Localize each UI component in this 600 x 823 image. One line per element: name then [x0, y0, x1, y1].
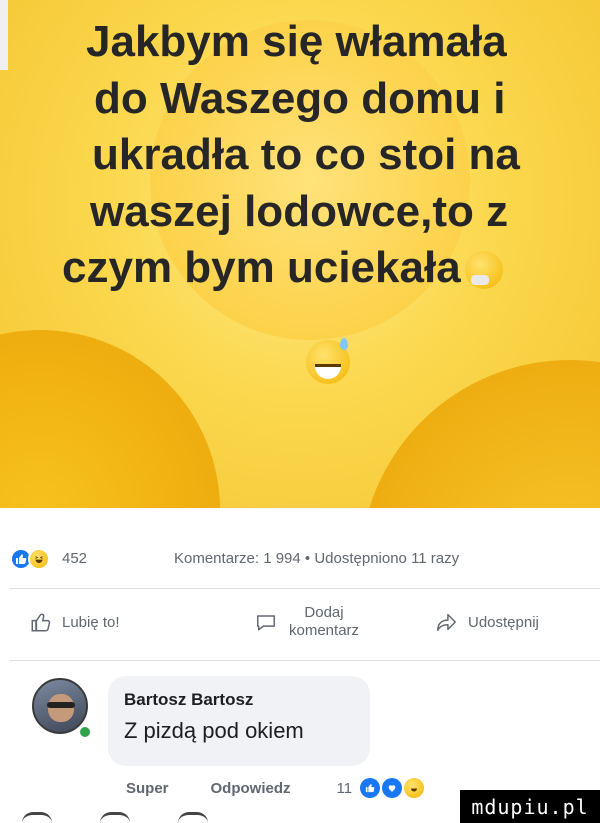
comment-bubble-icon — [257, 615, 275, 631]
like-icon — [360, 778, 381, 798]
comment-label-line2: komentarz — [289, 622, 360, 639]
image-edge — [0, 0, 8, 70]
orange-slice-decor — [360, 360, 600, 508]
nav-tab-edge[interactable] — [178, 812, 208, 823]
reaction-count[interactable]: 452 — [62, 550, 87, 567]
comment-reply-link[interactable]: Odpowiedz — [211, 780, 291, 797]
watermark-logo: mdupiu.pl — [460, 790, 600, 823]
comments-shares-count[interactable]: Komentarze: 1 994 • Udostępniono 11 razy — [174, 550, 459, 567]
love-icon — [382, 778, 403, 798]
online-status-dot — [78, 725, 92, 739]
like-label: Lubię to! — [62, 613, 120, 631]
thumbs-up-icon — [31, 613, 51, 632]
caption-line: do Waszego domu i — [94, 73, 506, 123]
comment-button[interactable]: Dodaj komentarz — [255, 592, 359, 652]
meme-caption: Jakbym się włamała do Waszego domu i ukr… — [40, 14, 600, 297]
comment-actions: Super Odpowiedz 11 — [126, 776, 425, 800]
thinking-face-icon — [464, 251, 503, 290]
haha-icon — [404, 778, 425, 798]
reaction-summary[interactable] — [10, 548, 50, 572]
like-button[interactable]: Lubię to! — [30, 592, 120, 652]
share-arrow-icon — [437, 613, 456, 631]
divider — [10, 588, 600, 589]
caption-line: waszej lodowce,to z — [90, 186, 509, 236]
nav-tab-edge[interactable] — [100, 812, 130, 823]
comment-label-line1: Dodaj — [304, 604, 344, 621]
avatar-glasses — [47, 702, 75, 708]
comment-text: Z pizdą pod okiem — [124, 718, 304, 743]
haha-icon — [28, 548, 50, 570]
orange-slice-decor — [0, 330, 220, 508]
caption-line: ukradła to co stoi na — [92, 130, 520, 179]
grinning-sweat-icon — [306, 338, 350, 384]
post-stats: 452 Komentarze: 1 994 • Udostępniono 11 … — [0, 548, 600, 574]
share-button[interactable]: Udostępnij — [436, 592, 539, 652]
caption-line: czym bym uciekała — [62, 243, 461, 292]
comment-author[interactable]: Bartosz Bartosz — [124, 688, 354, 712]
comment-label: Dodaj komentarz — [289, 604, 359, 640]
share-label: Udostępnij — [468, 613, 539, 631]
caption-line: Jakbym się włamała — [86, 17, 507, 66]
comment-bubble[interactable]: Bartosz Bartosz Z pizdą pod okiem — [108, 676, 370, 766]
post-image[interactable]: Jakbym się włamała do Waszego domu i ukr… — [0, 0, 600, 508]
avatar-face — [48, 694, 74, 722]
comment-reaction-count[interactable]: 11 — [337, 780, 353, 797]
comment-like-link[interactable]: Super — [126, 780, 169, 797]
nav-tab-edge[interactable] — [22, 812, 52, 823]
divider — [10, 660, 600, 661]
